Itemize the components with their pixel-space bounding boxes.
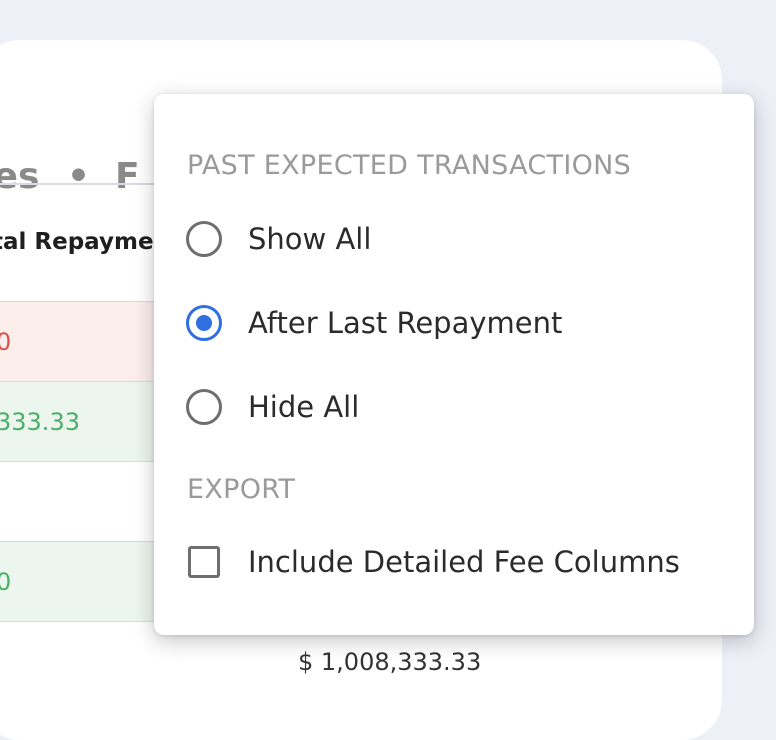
radio-label[interactable]: Hide All: [248, 387, 359, 427]
column-header-total-repayment[interactable]: tal Repayme: [0, 229, 154, 255]
checkbox-option-detailed-fee-columns[interactable]: Include Detailed Fee Columns: [186, 542, 726, 586]
table-row[interactable]: [0, 461, 160, 542]
tab-separator: •: [67, 156, 91, 197]
table-row: [0, 621, 160, 667]
table-cell: 0: [0, 328, 12, 356]
table-cell: 333.33: [0, 408, 80, 436]
table-row[interactable]: 333.33: [0, 381, 160, 462]
radio-option-show-all[interactable]: Show All: [186, 219, 726, 263]
radio-label[interactable]: Show All: [248, 219, 371, 259]
radio-button[interactable]: [186, 221, 222, 257]
export-heading: EXPORT: [187, 474, 296, 505]
table-cell: 0: [0, 568, 12, 596]
tab-next[interactable]: F: [115, 156, 140, 197]
footer-total: $ 1,008,333.33: [298, 648, 482, 676]
checkbox[interactable]: [188, 546, 220, 578]
tab-underline: [0, 183, 160, 185]
table-row[interactable]: 0: [0, 301, 160, 382]
radio-option-hide-all[interactable]: Hide All: [186, 387, 726, 431]
past-expected-transactions-heading: PAST EXPECTED TRANSACTIONS: [187, 150, 632, 181]
tab-activities[interactable]: ties: [0, 156, 39, 197]
table-row[interactable]: 0: [0, 541, 160, 622]
radio-button-selected[interactable]: [186, 305, 222, 341]
options-popover-menu: PAST EXPECTED TRANSACTIONS Show All Afte…: [154, 94, 754, 635]
radio-button[interactable]: [186, 389, 222, 425]
radio-label[interactable]: After Last Repayment: [248, 303, 562, 343]
checkbox-label[interactable]: Include Detailed Fee Columns: [248, 542, 680, 582]
radio-option-after-last-repayment[interactable]: After Last Repayment: [186, 303, 726, 347]
